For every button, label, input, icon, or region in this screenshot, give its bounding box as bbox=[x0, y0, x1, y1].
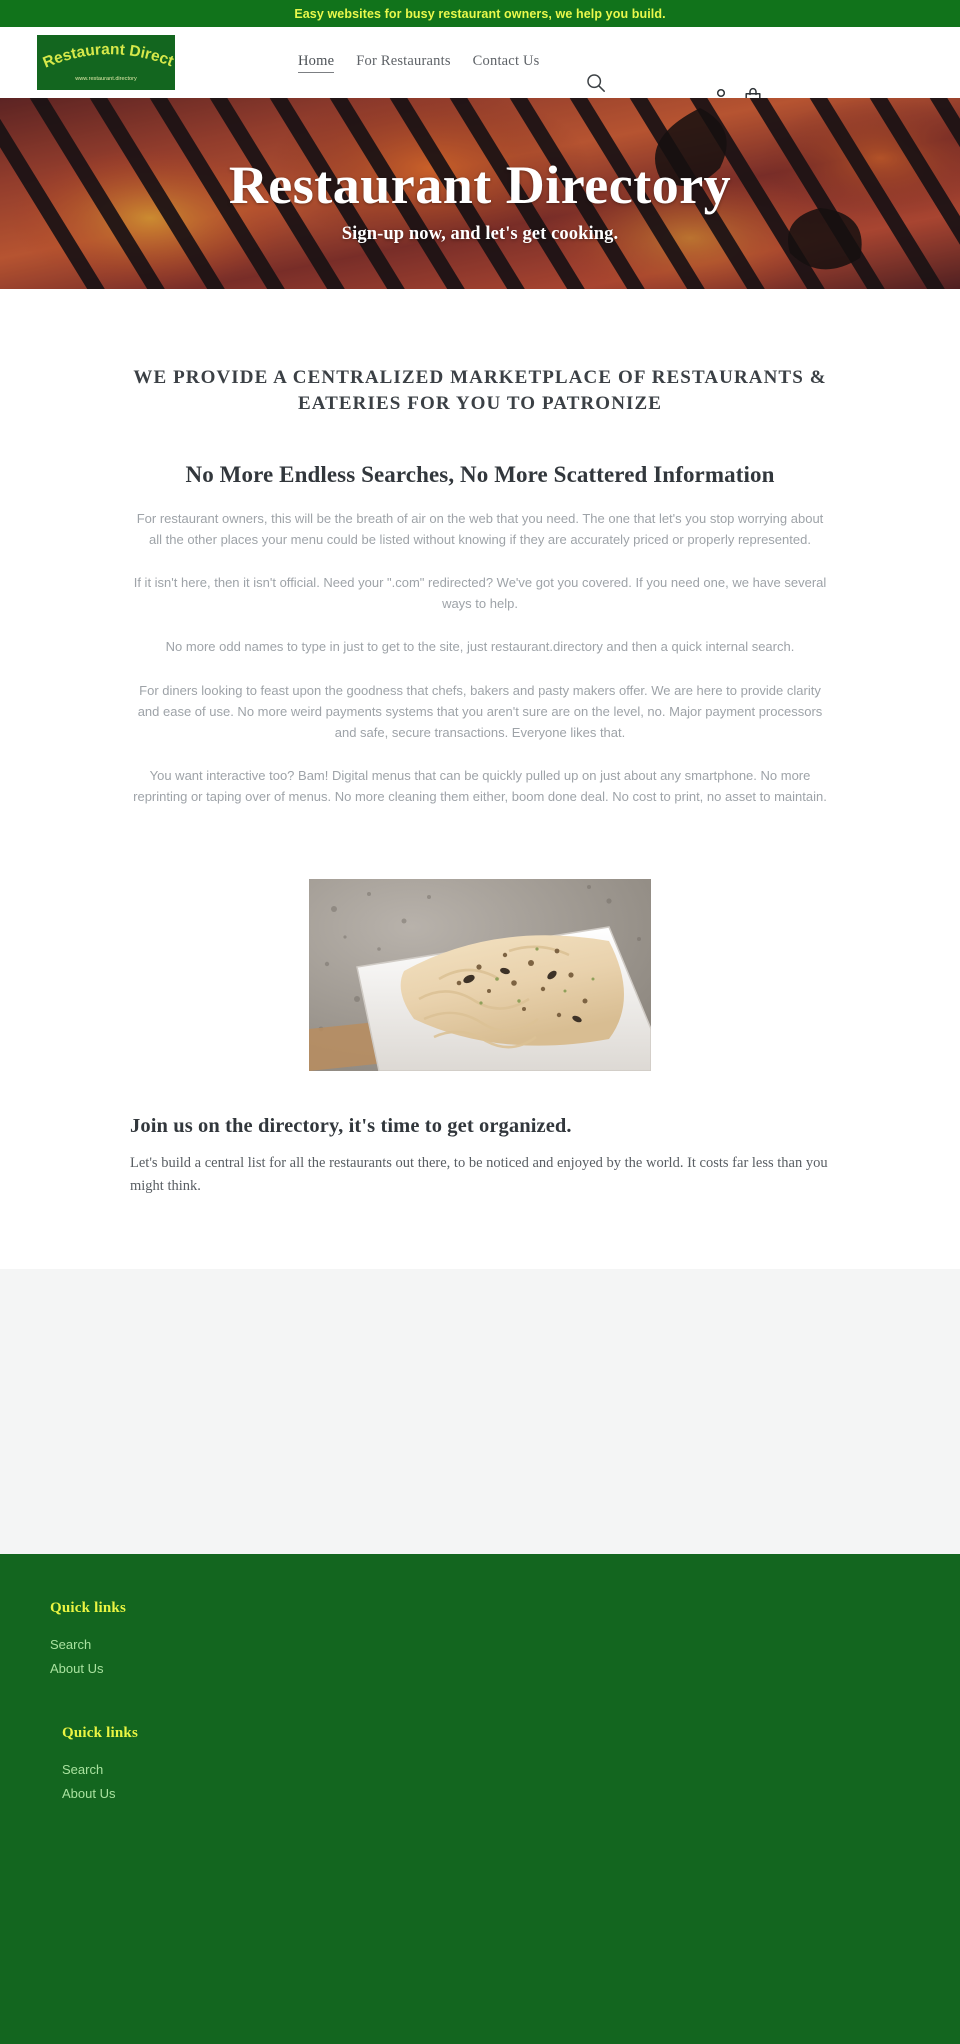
body-paragraph: For restaurant owners, this will be the … bbox=[136, 511, 824, 548]
secondary-section bbox=[0, 1268, 960, 1554]
footer-block-title: Quick links bbox=[62, 1724, 138, 1741]
site-footer: Quick links Search About Us Quick links … bbox=[0, 1553, 960, 2044]
search-glyph bbox=[587, 74, 605, 92]
hero-banner: Restaurant Directory Sign-up now, and le… bbox=[0, 98, 960, 289]
nav-item-contact-us[interactable]: Contact Us bbox=[473, 53, 540, 70]
paragraph-group: For restaurant owners, this will be the … bbox=[130, 508, 830, 806]
hero-subtitle: Sign-up now, and let's get cooking. bbox=[341, 224, 619, 245]
content-spacer bbox=[0, 1198, 960, 1269]
footer-quick-links-block-secondary: Quick links Search About Us bbox=[50, 1725, 910, 1806]
footer-link-search[interactable]: Search bbox=[50, 1633, 910, 1657]
main-content: WE PROVIDE A CENTRALIZED MARKETPLACE OF … bbox=[0, 289, 960, 1269]
announcement-text: Easy websites for busy restaurant owners… bbox=[294, 6, 666, 21]
footer-link-search[interactable]: Search bbox=[62, 1758, 910, 1782]
food-image bbox=[309, 878, 651, 1071]
noodle-bowl-illustration bbox=[309, 878, 651, 1071]
hero-title: Restaurant Directory bbox=[228, 154, 732, 215]
page-title: WE PROVIDE A CENTRALIZED MARKETPLACE OF … bbox=[133, 367, 827, 414]
site-header: Restaurant Directory www.restaurant.dire… bbox=[0, 27, 960, 108]
announcement-bar: Easy websites for busy restaurant owners… bbox=[0, 0, 960, 27]
footer-link-about-us[interactable]: About Us bbox=[62, 1782, 910, 1806]
search-icon[interactable] bbox=[585, 72, 607, 94]
join-block: Join us on the directory, it's time to g… bbox=[130, 1071, 830, 1199]
section-subheading: No More Endless Searches, No More Scatte… bbox=[185, 462, 775, 488]
body-paragraph: No more odd names to type in just to get… bbox=[165, 639, 795, 655]
svg-text:www.restaurant.directory: www.restaurant.directory bbox=[74, 76, 137, 82]
site-logo[interactable]: Restaurant Directory www.restaurant.dire… bbox=[37, 35, 175, 90]
join-title: Join us on the directory, it's time to g… bbox=[130, 1114, 572, 1137]
nav-item-home[interactable]: Home bbox=[298, 53, 335, 73]
body-paragraph: You want interactive too? Bam! Digital m… bbox=[133, 767, 827, 804]
main-navigation: Home For Restaurants Contact Us bbox=[298, 53, 540, 73]
image-block bbox=[0, 878, 960, 1071]
body-paragraph: If it isn't here, then it isn't official… bbox=[133, 575, 827, 612]
body-paragraph: For diners looking to feast upon the goo… bbox=[137, 682, 823, 740]
logo-graphic: Restaurant Directory www.restaurant.dire… bbox=[37, 35, 175, 90]
footer-block-title: Quick links bbox=[50, 1599, 126, 1616]
footer-quick-links-block: Quick links Search About Us bbox=[50, 1600, 910, 1681]
nav-item-for-restaurants[interactable]: For Restaurants bbox=[356, 53, 450, 70]
footer-link-about-us[interactable]: About Us bbox=[50, 1657, 910, 1681]
join-text: Let's build a central list for all the r… bbox=[130, 1154, 828, 1195]
